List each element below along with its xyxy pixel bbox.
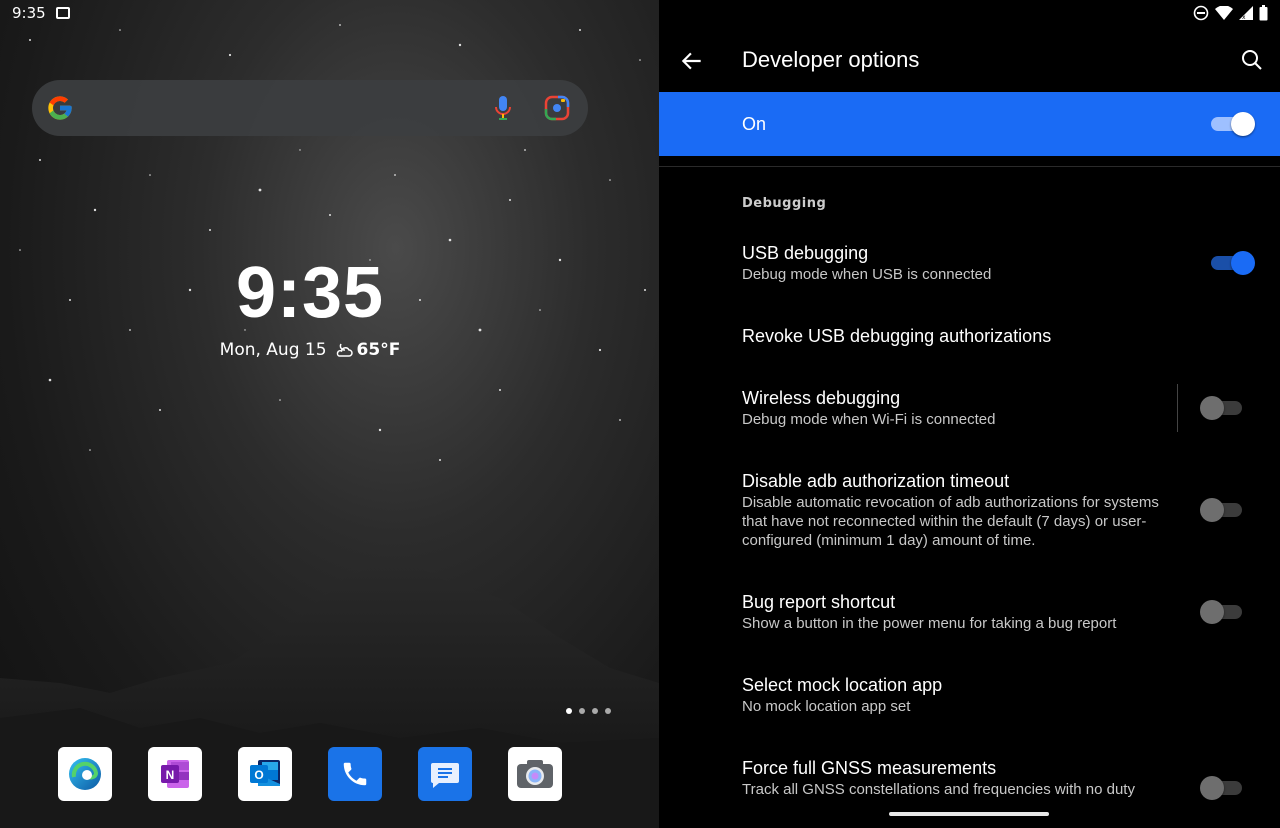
page-indicator xyxy=(566,708,611,714)
pref-title: Force full GNSS measurements xyxy=(742,758,997,778)
toggle-thumb xyxy=(1200,396,1224,420)
toggle-thumb xyxy=(1200,498,1224,522)
gesture-navigation-bar[interactable] xyxy=(889,812,1049,816)
toggle-thumb xyxy=(1231,112,1255,136)
master-toggle[interactable] xyxy=(1209,112,1255,136)
phone-app-icon[interactable] xyxy=(328,747,382,801)
pref-title: Select mock location app xyxy=(742,675,943,695)
section-header-debugging: Debugging xyxy=(742,196,827,211)
pref-title: Wireless debugging xyxy=(742,388,901,408)
status-bar-icons: x xyxy=(1193,5,1268,21)
pref-summary: Track all GNSS constellations and freque… xyxy=(742,781,1135,798)
pref-title: USB debugging xyxy=(742,243,869,263)
toggle-thumb xyxy=(1231,251,1255,275)
pref-summary: Debug mode when Wi-Fi is connected xyxy=(742,411,996,428)
battery-icon xyxy=(1259,5,1268,21)
svg-text:N: N xyxy=(166,768,175,782)
pref-force-full-gnss[interactable]: Force full GNSS measurements Track all G… xyxy=(742,757,1182,799)
toggle-thumb xyxy=(1200,600,1224,624)
pref-summary: Show a button in the power menu for taki… xyxy=(742,615,1117,632)
master-switch-label: On xyxy=(742,114,767,134)
pref-usb-debugging[interactable]: USB debugging Debug mode when USB is con… xyxy=(742,242,1182,284)
page-dot xyxy=(579,708,585,714)
svg-text:O: O xyxy=(254,768,263,782)
camera-app-icon[interactable] xyxy=(508,747,562,801)
screen: 9:35 9:35 Mon, Aug 15 65°F N O x Develop… xyxy=(0,0,1280,828)
temperature: 65°F xyxy=(356,340,401,360)
svg-text:x: x xyxy=(1242,14,1246,20)
messages-app-icon[interactable] xyxy=(418,747,472,801)
microphone-icon[interactable] xyxy=(492,94,514,122)
pref-summary: Disable automatic revocation of adb auth… xyxy=(742,494,1159,549)
cellular-signal-icon: x xyxy=(1239,6,1253,20)
partly-cloudy-night-icon xyxy=(336,343,353,357)
wifi-icon xyxy=(1215,6,1233,20)
pref-revoke-usb-authorizations[interactable]: Revoke USB debugging authorizations xyxy=(742,325,1182,347)
wireless-debugging-toggle[interactable] xyxy=(1200,396,1246,420)
pref-select-mock-location-app[interactable]: Select mock location app No mock locatio… xyxy=(742,674,1182,716)
vertical-divider xyxy=(1177,384,1178,432)
image-notification-icon xyxy=(55,7,70,19)
onenote-app-icon[interactable]: N xyxy=(148,747,202,801)
outlook-app-icon[interactable]: O xyxy=(238,747,292,801)
home-clock[interactable]: 9:35 xyxy=(0,252,620,334)
do-not-disturb-icon xyxy=(1193,5,1209,21)
pref-title: Revoke USB debugging authorizations xyxy=(742,326,1052,346)
weather: 65°F xyxy=(335,340,401,360)
date-text: Mon, Aug 15 xyxy=(219,340,327,360)
status-time: 9:35 xyxy=(12,4,46,22)
app-bar: Developer options xyxy=(659,30,1280,92)
status-bar: 9:35 xyxy=(12,4,70,22)
back-arrow-icon[interactable] xyxy=(679,48,705,74)
page-title: Developer options xyxy=(742,47,920,72)
app-dock: N O xyxy=(58,747,562,801)
pref-summary: No mock location app set xyxy=(742,698,911,715)
pref-summary: Debug mode when USB is connected xyxy=(742,266,992,283)
divider xyxy=(659,166,1280,167)
google-logo-icon xyxy=(48,96,72,120)
page-dot xyxy=(605,708,611,714)
force-full-gnss-toggle[interactable] xyxy=(1200,776,1246,800)
pref-title: Bug report shortcut xyxy=(742,592,896,612)
pref-bug-report-shortcut[interactable]: Bug report shortcut Show a button in the… xyxy=(742,591,1182,633)
search-icon[interactable] xyxy=(1240,48,1264,72)
date-weather-line[interactable]: Mon, Aug 15 65°F xyxy=(0,340,620,360)
usb-debugging-toggle[interactable] xyxy=(1209,251,1255,275)
developer-options-screen: x Developer options On Debugging USB deb… xyxy=(659,0,1280,828)
edge-app-icon[interactable] xyxy=(58,747,112,801)
pref-title: Disable adb authorization timeout xyxy=(742,471,1010,491)
disable-adb-auth-timeout-toggle[interactable] xyxy=(1200,498,1246,522)
page-dot xyxy=(592,708,598,714)
home-screen: 9:35 9:35 Mon, Aug 15 65°F N O xyxy=(0,0,659,828)
pref-wireless-debugging[interactable]: Wireless debugging Debug mode when Wi-Fi… xyxy=(742,387,1182,429)
bug-report-shortcut-toggle[interactable] xyxy=(1200,600,1246,624)
pref-disable-adb-auth-timeout[interactable]: Disable adb authorization timeout Disabl… xyxy=(742,470,1172,550)
google-search-bar[interactable] xyxy=(32,80,588,136)
page-dot xyxy=(566,708,572,714)
developer-options-master-switch-bar[interactable]: On xyxy=(659,92,1280,156)
toggle-thumb xyxy=(1200,776,1224,800)
google-lens-icon[interactable] xyxy=(544,95,570,121)
